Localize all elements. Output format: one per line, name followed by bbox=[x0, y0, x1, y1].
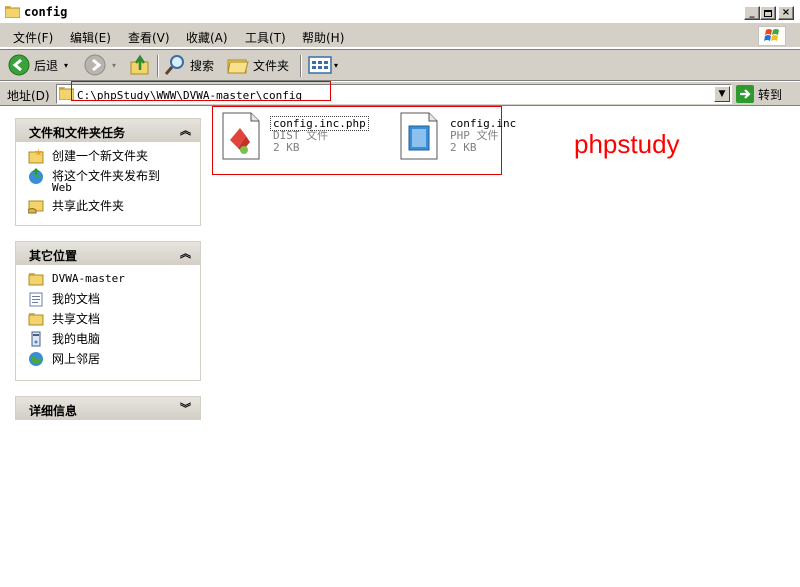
views-dropdown-icon[interactable]: ▾ bbox=[334, 61, 338, 70]
back-dropdown-icon[interactable]: ▾ bbox=[64, 61, 68, 70]
phpstudy-annotation: phpstudy bbox=[574, 129, 680, 159]
place-label: 我的文档 bbox=[52, 292, 101, 306]
place-label: DVWA-master bbox=[52, 272, 125, 285]
forward-arrow-icon bbox=[84, 54, 106, 76]
network-globe-icon bbox=[29, 352, 43, 366]
forward-button[interactable]: ▾ bbox=[84, 54, 116, 76]
file-item[interactable]: config.inc PHP 文件 2 KB bbox=[398, 112, 518, 162]
folder-icon bbox=[28, 273, 44, 286]
place-shared-documents[interactable]: 共享文档 bbox=[16, 311, 200, 327]
task-label: 创建一个新文件夹 bbox=[52, 149, 149, 163]
file-tasks-panel: 文件和文件夹任务 ︽ 创建一个新文件夹 将这个文件夹发布到 Web 共享此文件夹 bbox=[15, 118, 201, 226]
menu-file[interactable]: 文件(F) bbox=[13, 29, 53, 46]
other-places-panel: 其它位置 ︽ DVWA-master 我的文档 共享文档 我的电脑 网上邻居 bbox=[15, 241, 201, 381]
maximize-icon bbox=[764, 9, 772, 17]
title-bar: config _ × bbox=[0, 0, 800, 24]
menu-favorites[interactable]: 收藏(A) bbox=[186, 29, 228, 46]
place-label: 我的电脑 bbox=[52, 332, 101, 346]
task-label: 将这个文件夹发布到 bbox=[52, 169, 161, 183]
file-size: 2 KB bbox=[450, 141, 477, 154]
window-right-edge bbox=[796, 107, 800, 587]
folders-button[interactable]: 文件夹 bbox=[227, 54, 289, 76]
toolbar: 后退 ▾ ▾ 搜索 文件夹 ▾ bbox=[0, 49, 800, 81]
folder-icon bbox=[28, 313, 44, 326]
expand-chevron-icon[interactable]: ︾ bbox=[180, 400, 191, 416]
toolbar-separator bbox=[300, 55, 302, 77]
file-item[interactable]: config.inc.php DIST 文件 2 KB bbox=[220, 112, 369, 162]
minimize-button[interactable]: _ bbox=[744, 6, 760, 20]
task-share-folder[interactable]: 共享此文件夹 bbox=[16, 198, 200, 214]
file-tasks-header[interactable]: 文件和文件夹任务 ︽ bbox=[15, 118, 201, 142]
panel-title: 文件和文件夹任务 bbox=[29, 126, 126, 140]
address-label: 地址(D) bbox=[7, 89, 50, 103]
maximize-button[interactable] bbox=[760, 6, 776, 20]
search-button[interactable]: 搜索 bbox=[164, 54, 214, 76]
panel-title: 详细信息 bbox=[29, 404, 78, 418]
views-icon bbox=[308, 56, 332, 74]
up-folder-button[interactable] bbox=[129, 54, 151, 76]
goto-button[interactable]: 转到 bbox=[736, 84, 782, 104]
panel-title: 其它位置 bbox=[29, 249, 78, 263]
collapse-chevron-icon[interactable]: ︽ bbox=[180, 245, 191, 261]
back-arrow-icon bbox=[8, 54, 30, 76]
globe-publish-icon bbox=[29, 168, 43, 184]
menu-edit[interactable]: 编辑(E) bbox=[70, 29, 111, 46]
close-icon: × bbox=[781, 7, 791, 18]
back-button[interactable]: 后退 ▾ bbox=[8, 54, 68, 76]
search-icon bbox=[164, 55, 184, 75]
other-places-header[interactable]: 其它位置 ︽ bbox=[15, 241, 201, 265]
goto-label: 转到 bbox=[758, 87, 783, 102]
close-button[interactable]: × bbox=[778, 6, 794, 20]
task-label-web: Web bbox=[52, 181, 72, 194]
file-size: 2 KB bbox=[273, 141, 300, 154]
views-button[interactable]: ▾ bbox=[308, 54, 338, 76]
menu-tools[interactable]: 工具(T) bbox=[245, 29, 286, 46]
new-folder-icon bbox=[28, 148, 44, 164]
details-panel: 详细信息 ︾ bbox=[15, 396, 201, 420]
menu-bar: 文件(F) 编辑(E) 查看(V) 收藏(A) 工具(T) 帮助(H) bbox=[0, 24, 800, 48]
forward-dropdown-icon[interactable]: ▾ bbox=[112, 61, 116, 70]
place-my-documents[interactable]: 我的文档 bbox=[16, 291, 200, 307]
php-file-icon bbox=[400, 112, 438, 160]
toolbar-separator bbox=[157, 55, 159, 77]
folders-label: 文件夹 bbox=[253, 58, 290, 73]
place-my-computer[interactable]: 我的电脑 bbox=[16, 331, 200, 347]
minimize-icon: _ bbox=[749, 7, 755, 18]
task-new-folder[interactable]: 创建一个新文件夹 bbox=[16, 148, 200, 164]
window-title: config bbox=[24, 5, 68, 19]
details-header[interactable]: 详细信息 ︾ bbox=[15, 396, 201, 420]
up-folder-icon bbox=[130, 54, 149, 75]
menu-help[interactable]: 帮助(H) bbox=[302, 29, 344, 46]
annotation-box-path bbox=[71, 81, 331, 101]
go-arrow-icon bbox=[736, 85, 754, 103]
computer-icon bbox=[31, 331, 41, 347]
dist-file-icon bbox=[222, 112, 260, 160]
place-network[interactable]: 网上邻居 bbox=[16, 351, 200, 367]
folder-icon bbox=[5, 6, 20, 18]
windows-logo-icon bbox=[758, 26, 786, 46]
place-label: 网上邻居 bbox=[52, 352, 101, 366]
address-dropdown-icon[interactable]: ▼ bbox=[714, 86, 730, 102]
place-dvwa-master[interactable]: DVWA-master bbox=[16, 271, 200, 287]
folders-icon bbox=[227, 59, 249, 74]
share-folder-icon bbox=[28, 200, 44, 214]
task-publish-web[interactable]: 将这个文件夹发布到 Web bbox=[16, 168, 200, 194]
task-label: 共享此文件夹 bbox=[52, 199, 125, 213]
documents-icon bbox=[29, 292, 43, 307]
place-label: 共享文档 bbox=[52, 312, 101, 326]
search-label: 搜索 bbox=[190, 58, 215, 73]
collapse-chevron-icon[interactable]: ︽ bbox=[180, 122, 191, 138]
menu-view[interactable]: 查看(V) bbox=[128, 29, 170, 46]
back-label: 后退 bbox=[34, 58, 59, 73]
